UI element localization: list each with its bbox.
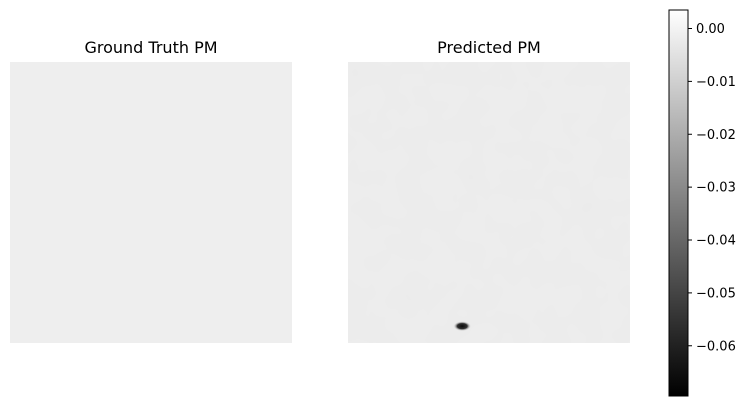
colorbar-tick-label: −0.02	[696, 128, 736, 143]
heatmap-predicted-dark-spot	[453, 321, 472, 332]
panel-title-predicted: Predicted PM	[437, 38, 541, 57]
colorbar-tick-label: −0.01	[696, 75, 736, 90]
panel-ground-truth: Ground Truth PM	[10, 38, 292, 343]
colorbar-tick: 0.00	[688, 22, 725, 37]
panel-predicted: Predicted PM	[348, 38, 630, 343]
colorbar-tick-label: 0.00	[696, 22, 725, 37]
panel-title-ground-truth: Ground Truth PM	[84, 38, 217, 57]
colorbar-ticks: 0.00 −0.01 −0.02 −0.03 −0.04 −0.05 −0.06	[688, 22, 736, 354]
colorbar-tick-label: −0.06	[696, 339, 736, 354]
colorbar-tick-label: −0.03	[696, 181, 736, 196]
colorbar-tick-label: −0.04	[696, 234, 736, 249]
figure: Ground Truth PM Predicted PM 0.00 −0.01 …	[10, 9, 736, 397]
colorbar: 0.00 −0.01 −0.02 −0.03 −0.04 −0.05 −0.06	[668, 9, 736, 397]
colorbar-tick: −0.03	[688, 181, 736, 196]
colorbar-gradient	[668, 9, 689, 397]
colorbar-tick: −0.04	[688, 234, 736, 249]
colorbar-tick: −0.06	[688, 339, 736, 354]
colorbar-tick: −0.05	[688, 286, 736, 301]
colorbar-tick: −0.01	[688, 75, 736, 90]
colorbar-tick: −0.02	[688, 128, 736, 143]
colorbar-tick-label: −0.05	[696, 286, 736, 301]
heatmap-predicted-texture	[348, 62, 630, 343]
heatmap-ground-truth	[10, 62, 292, 343]
